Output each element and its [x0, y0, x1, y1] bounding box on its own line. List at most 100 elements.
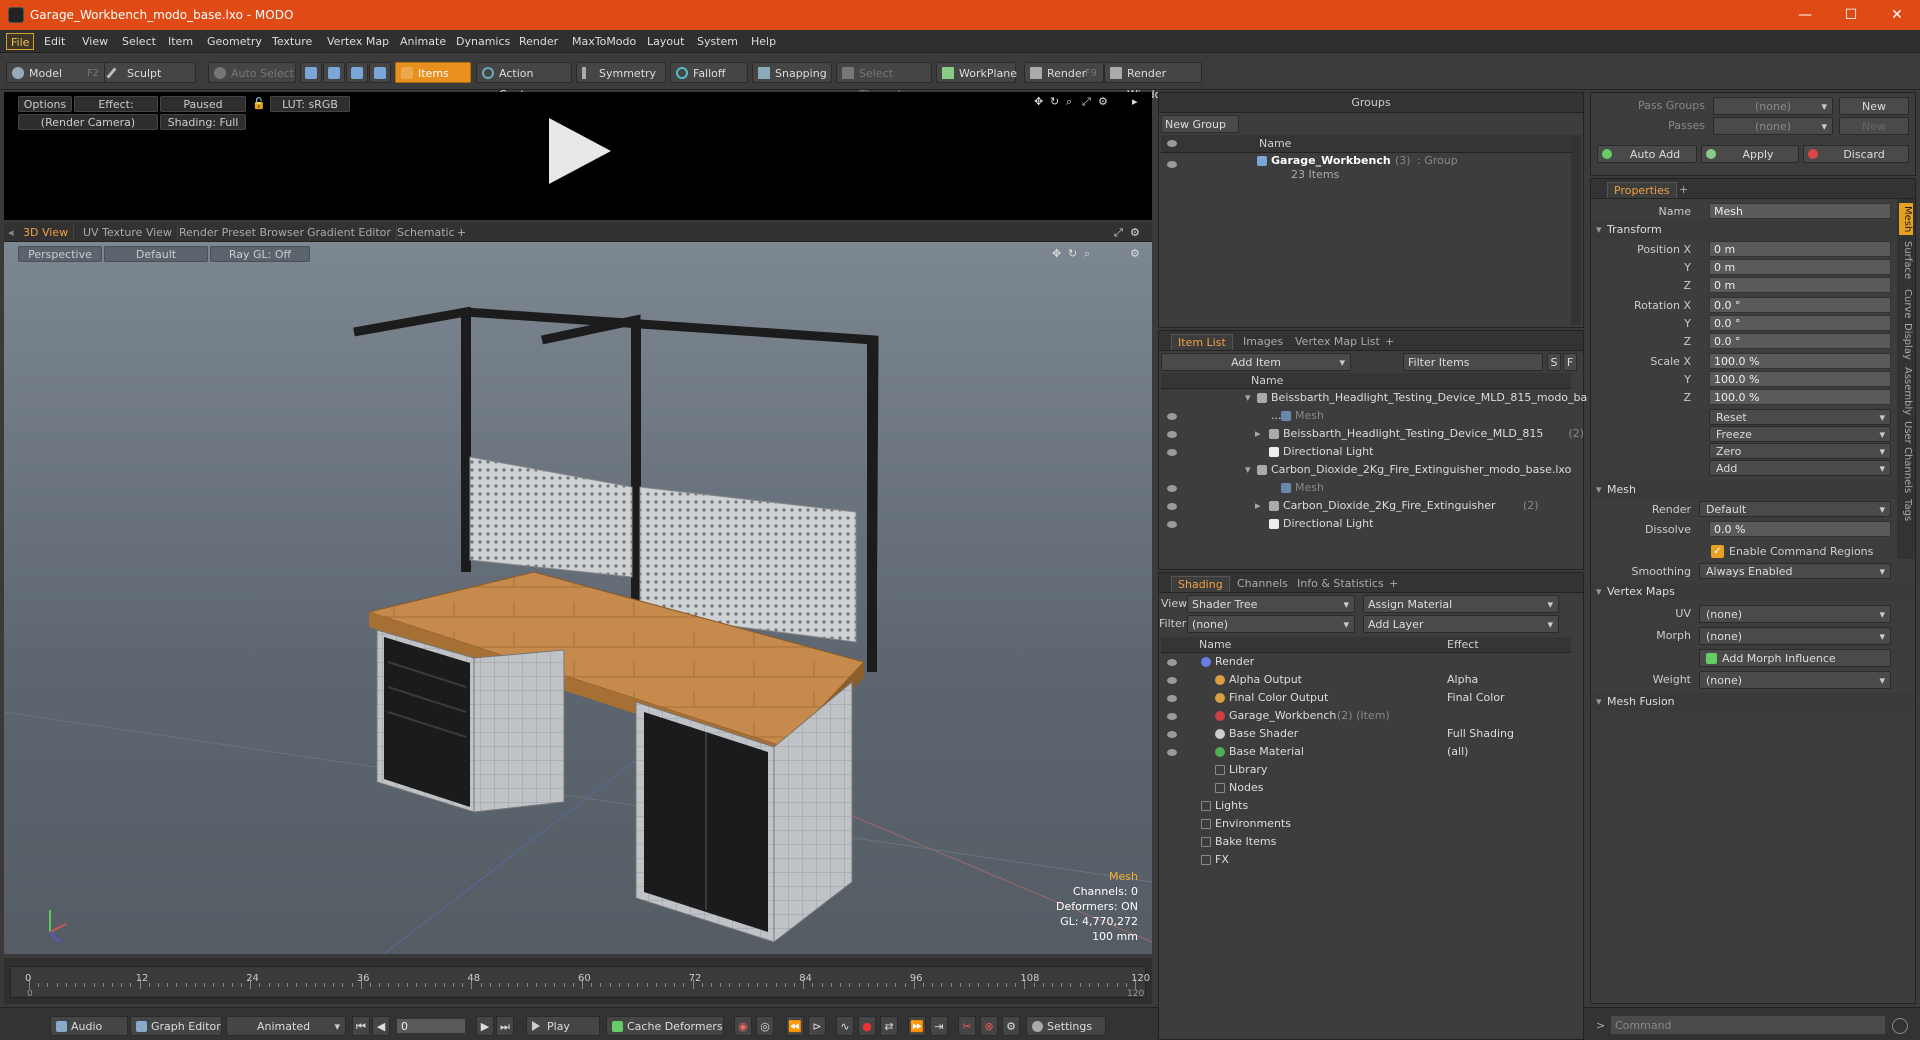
render-camera-dropdown[interactable]: (Render Camera) — [18, 114, 158, 130]
tab-vertex-map-list[interactable]: Vertex Map List — [1289, 334, 1386, 350]
item-list-row[interactable]: Directional Light — [1161, 443, 1571, 461]
preview-paused-button[interactable]: Paused — [160, 96, 246, 112]
groups-scrollbar[interactable] — [1571, 135, 1581, 325]
new-group-button[interactable]: New Group — [1161, 115, 1239, 133]
item-list-row[interactable]: ▾ Carbon_Dioxide_2Kg_Fire_Extinguisher_mo… — [1161, 461, 1571, 479]
enable-command-regions-checkbox[interactable]: ✓ Enable Command Regions — [1699, 543, 1891, 561]
panel-gear-icon[interactable]: ⚙ — [1130, 227, 1141, 238]
materials-mode-button[interactable] — [369, 62, 391, 83]
snapping-button[interactable]: Snapping — [752, 62, 832, 83]
timeline[interactable]: 0 12 24 36 48 60 72 84 96 108 120 0 120 — [4, 958, 1152, 1004]
render-preview[interactable]: Options Effect: (Shadi... Paused 🔓 LUT: … — [4, 92, 1152, 220]
menu-animate[interactable]: Animate — [396, 33, 450, 50]
rotation-z-field[interactable]: 0.0 ° — [1709, 333, 1891, 349]
item-eye-icon[interactable] — [1167, 449, 1177, 456]
menu-item[interactable]: Item — [164, 33, 197, 50]
side-tab-surface[interactable]: Surface — [1899, 241, 1913, 279]
side-tab-curve[interactable]: Curve — [1899, 289, 1913, 319]
key-icon[interactable]: ◉ — [734, 1016, 752, 1036]
key-filter-icon[interactable]: ⊳ — [808, 1016, 826, 1036]
item-eye-icon[interactable] — [1167, 521, 1177, 528]
shader-row[interactable]: Library — [1161, 761, 1571, 779]
freeze-dropdown[interactable]: Freeze — [1709, 426, 1891, 443]
maximize-icon[interactable]: ☐ — [1828, 0, 1874, 30]
rotation-x-field[interactable]: 0.0 ° — [1709, 297, 1891, 313]
play-button[interactable]: Play — [526, 1016, 600, 1036]
smoothing-dropdown[interactable]: Always Enabled — [1699, 563, 1891, 580]
menu-render[interactable]: Render — [515, 33, 562, 50]
vertices-mode-button[interactable] — [300, 62, 322, 83]
play-icon[interactable] — [549, 118, 611, 184]
select-through-button[interactable]: Select Through — [836, 62, 932, 101]
motion-icon[interactable]: ⇄ — [880, 1016, 898, 1036]
menu-maxtomodo[interactable]: MaxToModo — [568, 33, 640, 50]
passes-dropdown[interactable]: (none) — [1713, 117, 1833, 136]
shader-row[interactable]: Base Shader Full Shading — [1161, 725, 1571, 743]
uv-dropdown[interactable]: (none) — [1699, 605, 1891, 624]
tab-uv-texture-view[interactable]: UV Texture View — [78, 225, 178, 240]
tab-images[interactable]: Images — [1237, 334, 1289, 350]
vertex-maps-section[interactable]: Vertex Maps — [1591, 583, 1915, 601]
frame-input[interactable]: 0 — [396, 1018, 466, 1034]
rotation-y-field[interactable]: 0.0 ° — [1709, 315, 1891, 331]
shader-filter-dropdown[interactable]: (none) — [1187, 615, 1355, 634]
item-list-row[interactable]: Mesh — [1161, 407, 1571, 425]
shader-eye-icon[interactable] — [1167, 713, 1177, 720]
add-item-dropdown[interactable]: Add Item — [1161, 353, 1351, 372]
polygons-mode-button[interactable] — [346, 62, 368, 83]
menu-vertex-map[interactable]: Vertex Map — [323, 33, 393, 50]
audio-button[interactable]: Audio — [50, 1016, 128, 1036]
group-eye-icon[interactable] — [1167, 161, 1177, 168]
mesh-render-dropdown[interactable]: Default — [1699, 501, 1891, 518]
apply-button[interactable]: Apply — [1701, 145, 1799, 163]
prev-frame-icon[interactable]: ◀ — [372, 1016, 390, 1036]
new-pass-button[interactable]: New — [1839, 97, 1909, 115]
action-center-button[interactable]: Action Center — [476, 62, 572, 101]
shader-row[interactable]: Nodes — [1161, 779, 1571, 797]
symmetry-button[interactable]: Symmetry — [576, 62, 666, 83]
assign-material-dropdown[interactable]: Assign Material — [1363, 595, 1559, 614]
shading-dropdown[interactable]: Shading: Full — [160, 114, 246, 130]
settings-button[interactable]: Settings — [1026, 1016, 1106, 1036]
position-y-field[interactable]: 0 m — [1709, 259, 1891, 275]
shader-view-dropdown[interactable]: Shader Tree — [1187, 595, 1355, 614]
menu-help[interactable]: Help — [747, 33, 780, 50]
item-eye-icon[interactable] — [1167, 503, 1177, 510]
clear-keys-icon[interactable]: ⊗ — [980, 1016, 998, 1036]
record-icon[interactable]: ● — [858, 1016, 876, 1036]
shader-eye-icon[interactable] — [1167, 731, 1177, 738]
expand-arrow-icon[interactable]: ▸ — [1255, 425, 1261, 443]
shader-eye-icon[interactable] — [1167, 695, 1177, 702]
auto-select-button[interactable]: Auto Select — [208, 62, 296, 83]
auto-key-icon[interactable]: ◎ — [756, 1016, 774, 1036]
render-window-button[interactable]: Render Window — [1104, 62, 1202, 101]
morph-dropdown[interactable]: (none) — [1699, 627, 1891, 646]
tab-gradient-editor[interactable]: Gradient Editor — [302, 225, 397, 240]
scale-z-field[interactable]: 100.0 % — [1709, 389, 1891, 405]
expand-arrow-icon[interactable]: ▸ — [1255, 497, 1261, 515]
edges-mode-button[interactable] — [323, 62, 345, 83]
maximize-view-icon[interactable]: ⤢ — [1082, 96, 1093, 107]
first-frame-icon[interactable]: ⏮ — [352, 1016, 370, 1036]
workplane-button[interactable]: WorkPlane — [936, 62, 1017, 83]
add-dropdown[interactable]: Add — [1709, 460, 1891, 477]
side-tab-tags[interactable]: Tags — [1899, 499, 1913, 521]
shader-row[interactable]: Bake Items — [1161, 833, 1571, 851]
tab-shading[interactable]: Shading — [1171, 576, 1230, 592]
tab-info-statistics[interactable]: Info & Statistics — [1291, 576, 1390, 592]
shader-effect[interactable]: Full Shading — [1447, 725, 1514, 743]
filter-f-button[interactable]: F — [1563, 353, 1577, 371]
name-field[interactable]: Mesh — [1709, 203, 1891, 219]
items-mode-button[interactable]: Items — [395, 62, 471, 83]
add-tab-icon[interactable]: + — [452, 225, 471, 240]
graph-editor-button[interactable]: Graph Editor — [130, 1016, 222, 1036]
shader-row[interactable]: Alpha Output Alpha — [1161, 671, 1571, 689]
expand-arrow-icon[interactable]: ▾ — [1245, 461, 1251, 479]
gear-icon[interactable]: ⚙ — [1098, 96, 1109, 107]
menu-select[interactable]: Select — [118, 33, 160, 50]
add-layer-dropdown[interactable]: Add Layer — [1363, 615, 1559, 634]
position-z-field[interactable]: 0 m — [1709, 277, 1891, 293]
add-tab-icon[interactable]: + — [1383, 576, 1404, 592]
close-icon[interactable]: ✕ — [1874, 0, 1920, 30]
tab-render-preset-browser[interactable]: Render Preset Browser — [174, 225, 311, 240]
